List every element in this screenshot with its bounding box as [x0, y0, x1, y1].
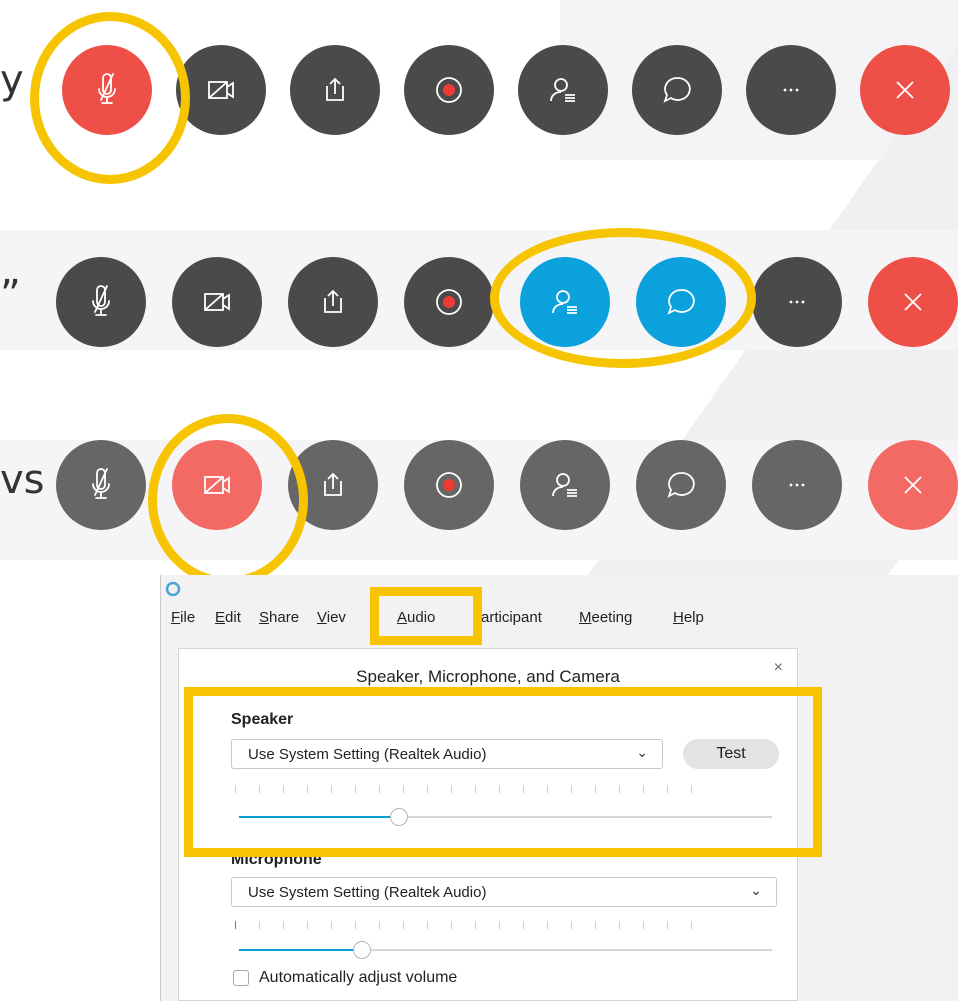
record-icon [436, 77, 462, 103]
record-button[interactable] [404, 45, 494, 135]
meeting-toolbar-video-off [0, 435, 958, 555]
microphone-muted-icon [92, 285, 110, 316]
share-icon [324, 472, 342, 496]
dialog-title: Speaker, Microphone, and Camera [356, 667, 620, 686]
menu-view[interactable]: Viev [317, 609, 346, 626]
menu-edit[interactable]: Edit [215, 609, 241, 626]
menu-participant[interactable]: articipant [481, 609, 542, 626]
record-button[interactable] [404, 257, 494, 347]
share-icon [324, 289, 342, 313]
share-button[interactable] [288, 257, 378, 347]
mute-button[interactable] [56, 257, 146, 347]
chat-button[interactable] [636, 440, 726, 530]
volume-tick [259, 921, 260, 929]
more-icon [789, 300, 805, 304]
volume-tick [595, 921, 596, 929]
video-button[interactable] [172, 257, 262, 347]
menu-meeting[interactable]: Meeting [579, 609, 632, 626]
volume-tick [403, 921, 404, 929]
close-icon[interactable]: × [774, 659, 783, 677]
volume-tick [667, 921, 668, 929]
share-icon [326, 77, 344, 101]
participants-icon [550, 78, 575, 102]
volume-tick [499, 921, 500, 929]
participants-icon [552, 473, 577, 497]
more-icon [783, 88, 799, 92]
volume-tick [283, 921, 284, 929]
chat-icon [663, 77, 691, 103]
volume-tick [427, 921, 428, 929]
volume-tick [475, 921, 476, 929]
menu-share[interactable]: Share [259, 609, 299, 626]
record-icon [436, 289, 462, 315]
volume-tick [307, 921, 308, 929]
record-icon [436, 472, 462, 498]
participants-button[interactable] [518, 45, 608, 135]
volume-tick [523, 921, 524, 929]
volume-tick [355, 921, 356, 929]
record-button[interactable] [404, 440, 494, 530]
more-options-button[interactable] [752, 440, 842, 530]
end-meeting-button[interactable] [868, 440, 958, 530]
video-off-icon [208, 81, 234, 99]
volume-tick [451, 921, 452, 929]
highlight-ring-mute [30, 12, 190, 184]
end-call-icon [896, 81, 914, 99]
end-call-icon [904, 293, 922, 311]
volume-tick [379, 921, 380, 929]
share-button[interactable] [290, 45, 380, 135]
highlight-box-audio-menu [370, 587, 482, 645]
video-off-icon [204, 293, 230, 311]
auto-adjust-checkbox[interactable] [233, 970, 249, 986]
volume-tick [571, 921, 572, 929]
more-options-button[interactable] [746, 45, 836, 135]
microphone-volume-ticks [235, 921, 715, 929]
meeting-toolbar-panels [0, 250, 958, 370]
volume-tick [643, 921, 644, 929]
highlight-ring-participants-chat [490, 228, 756, 368]
participants-button[interactable] [520, 440, 610, 530]
highlight-box-speaker [184, 687, 822, 857]
mute-button[interactable] [56, 440, 146, 530]
volume-tick [331, 921, 332, 929]
end-call-icon [904, 476, 922, 494]
menu-file[interactable]: File [171, 609, 195, 626]
microphone-volume-fill [239, 949, 362, 951]
more-icon [789, 483, 805, 487]
microphone-volume-slider[interactable] [353, 941, 371, 959]
microphone-muted-icon [92, 468, 110, 499]
end-meeting-button[interactable] [860, 45, 950, 135]
end-meeting-button[interactable] [868, 257, 958, 347]
more-options-button[interactable] [752, 257, 842, 347]
highlight-ring-video [148, 414, 308, 586]
volume-tick [235, 921, 236, 929]
volume-tick [547, 921, 548, 929]
menu-bar: File Edit Share Viev Audio articipant Me… [161, 605, 958, 631]
app-logo-icon [165, 581, 181, 597]
volume-tick [691, 921, 692, 929]
chat-button[interactable] [632, 45, 722, 135]
volume-tick [619, 921, 620, 929]
menu-help[interactable]: Help [673, 609, 704, 626]
chat-icon [667, 472, 695, 498]
auto-adjust-label: Automatically adjust volume [259, 969, 458, 986]
